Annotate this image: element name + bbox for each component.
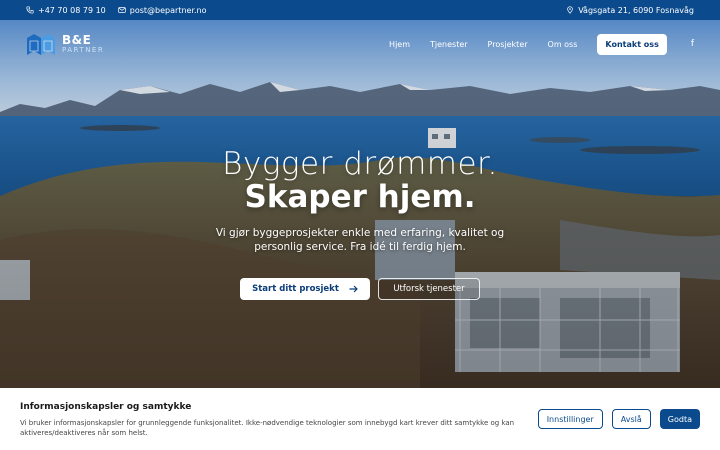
nav-menu: Hjem Tjenester Prosjekter Om oss Kontakt… <box>389 33 694 55</box>
explore-services-label: Utforsk tjenester <box>393 284 465 294</box>
hero-title-line1: Bygger drømmer. <box>222 146 498 182</box>
arrow-right-icon <box>349 285 358 293</box>
hero-title-line2: Skaper hjem. <box>244 179 476 215</box>
logo-mark-icon <box>27 34 55 55</box>
cookie-banner: Informasjonskapsler og samtykke Vi bruke… <box>0 388 720 450</box>
phone-number[interactable]: +47 70 08 79 10 <box>38 6 106 15</box>
contact-button[interactable]: Kontakt oss <box>597 33 667 55</box>
cookie-title: Informasjonskapsler og samtykke <box>20 402 192 412</box>
email-address[interactable]: post@bepartner.no <box>130 6 207 15</box>
cookie-decline-button[interactable]: Avslå <box>611 409 651 429</box>
phone-contact[interactable]: +47 70 08 79 10 <box>26 6 106 15</box>
address-text: Vågsgata 21, 6090 Fosnavåg <box>578 5 694 15</box>
explore-services-button[interactable]: Utforsk tjenester <box>378 278 480 300</box>
nav-item-om-oss[interactable]: Om oss <box>548 40 578 49</box>
address-contact: Vågsgata 21, 6090 Fosnavåg <box>566 6 694 15</box>
main-navigation: B&E PARTNER Hjem Tjenester Prosjekter Om… <box>0 20 720 68</box>
nav-item-tjenester[interactable]: Tjenester <box>430 40 468 49</box>
cookie-accept-button[interactable]: Godta <box>659 409 700 429</box>
start-project-label: Start ditt prosjekt <box>252 284 339 294</box>
nav-item-prosjekter[interactable]: Prosjekter <box>488 40 528 49</box>
start-project-button[interactable]: Start ditt prosjekt <box>240 278 370 300</box>
hero-subtitle: Vi gjør byggeprosjekter enkle med erfari… <box>215 227 505 253</box>
logo-title: B&E <box>62 32 92 47</box>
top-info-bar: +47 70 08 79 10 post@bepartner.no Vågsga… <box>0 0 720 20</box>
nav-item-hjem[interactable]: Hjem <box>389 40 410 49</box>
map-pin-icon <box>567 6 573 14</box>
cookie-actions: Innstillinger Avslå Godta <box>537 409 700 429</box>
email-contact[interactable]: post@bepartner.no <box>118 6 207 15</box>
logo[interactable]: B&E PARTNER <box>26 31 104 57</box>
mail-icon <box>118 7 126 13</box>
phone-icon <box>26 6 34 14</box>
facebook-icon[interactable]: f <box>691 39 694 49</box>
cookie-settings-button[interactable]: Innstillinger <box>537 409 603 429</box>
cookie-text: Vi bruker informasjonskapsler for grunnl… <box>20 419 515 437</box>
logo-subtitle: PARTNER <box>62 45 105 54</box>
hero-title: Bygger drømmer. Skaper hjem. <box>0 148 720 214</box>
